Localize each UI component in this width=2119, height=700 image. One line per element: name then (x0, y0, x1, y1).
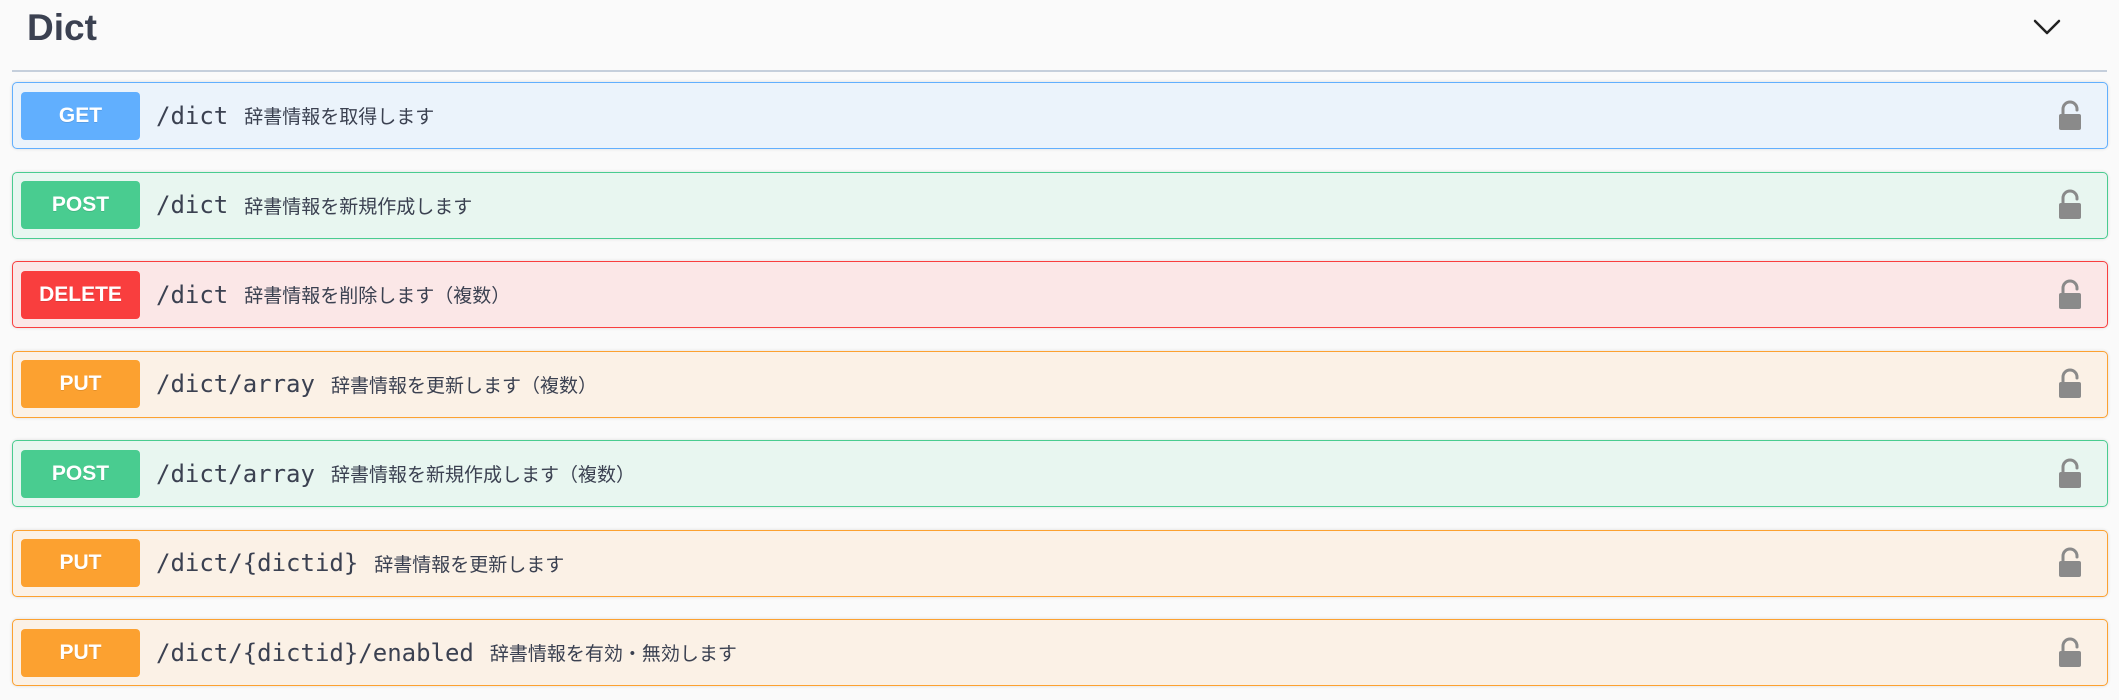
unlocked-padlock-icon[interactable] (2057, 189, 2083, 221)
method-badge: POST (21, 181, 140, 229)
swagger-tag-section: Dict GET/dict 辞書情報を取得します POST/dict 辞書情報を新規作… (0, 0, 2119, 700)
operation-path: /dict (156, 191, 229, 219)
tag-title: Dict (27, 7, 97, 48)
method-badge: PUT (21, 628, 140, 677)
operation-summary: 辞書情報を更新します (374, 553, 565, 576)
operation-path: /dict/array (156, 370, 315, 398)
unlocked-padlock-icon[interactable] (2057, 279, 2083, 311)
operation-row-delete[interactable]: DELETE/dict 辞書情報を削除します（複数） (12, 261, 2108, 328)
method-badge: POST (21, 449, 140, 498)
operation-summary: 辞書情報を有効・無効します (489, 643, 737, 665)
operation-path: /dict/{dictid} (156, 549, 359, 577)
operation-path: /dict (156, 280, 229, 309)
unlocked-padlock-icon[interactable] (2057, 637, 2083, 669)
operation-summary: 辞書情報を取得します (244, 106, 435, 128)
operation-row-put[interactable]: PUT/dict/{dictid}/enabled 辞書情報を有効・無効します (12, 619, 2108, 686)
unlocked-padlock-icon[interactable] (2057, 547, 2083, 579)
operation-row-put[interactable]: PUT/dict/array 辞書情報を更新します（複数） (12, 350, 2108, 418)
operation-row-get[interactable]: GET/dict 辞書情報を取得します (12, 82, 2108, 149)
operation-summary: 辞書情報を更新します（複数） (330, 374, 597, 397)
operation-path: /dict/array (156, 459, 315, 488)
method-badge: GET (21, 91, 140, 140)
tag-header[interactable]: Dict (12, 0, 2107, 72)
operation-path: /dict (156, 101, 229, 130)
operation-row-post[interactable]: POST/dict 辞書情報を新規作成します (12, 171, 2108, 239)
operation-list: GET/dict 辞書情報を取得します POST/dict 辞書情報を新規作成します D… (12, 82, 2108, 700)
method-badge: PUT (21, 539, 140, 587)
operation-summary: 辞書情報を新規作成します（複数） (330, 464, 635, 486)
unlocked-padlock-icon[interactable] (2057, 368, 2083, 400)
method-badge: DELETE (21, 270, 140, 319)
operation-row-post[interactable]: POST/dict/array 辞書情報を新規作成します（複数） (12, 440, 2108, 507)
operation-row-put[interactable]: PUT/dict/{dictid} 辞書情報を更新します (12, 529, 2108, 597)
operation-summary: 辞書情報を新規作成します (244, 195, 473, 218)
method-badge: PUT (21, 360, 140, 408)
unlocked-padlock-icon[interactable] (2057, 458, 2083, 490)
chevron-down-icon[interactable] (2027, 12, 2067, 42)
unlocked-padlock-icon[interactable] (2057, 100, 2083, 132)
operation-path: /dict/{dictid}/enabled (156, 638, 474, 667)
operation-summary: 辞書情報を削除します（複数） (244, 285, 511, 307)
